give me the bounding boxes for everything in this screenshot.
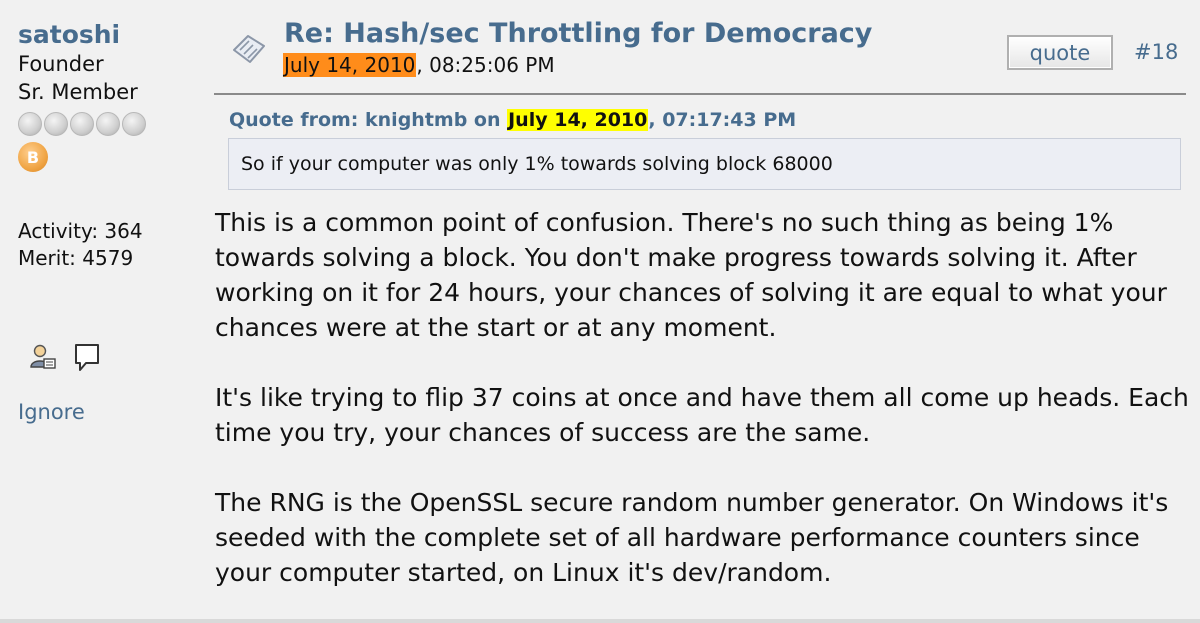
quote-header-link[interactable]: Quote from: knightmb on July 14, 2010, 0… xyxy=(229,109,796,131)
post-date: July 14, 2010, 08:25:06 PM xyxy=(283,53,555,77)
forum-post: satoshi Founder Sr. Member B Activity: 3… xyxy=(0,0,1200,623)
quote-button[interactable]: quote xyxy=(1007,35,1113,70)
rank-star-icon xyxy=(96,112,120,136)
bitcoin-coin-icon: B xyxy=(18,142,48,172)
post-number-link[interactable]: #18 xyxy=(1134,40,1178,64)
post-time: , 08:25:06 PM xyxy=(416,53,555,77)
activity-count: Activity: 364 xyxy=(18,219,143,243)
body-paragraph: It's like trying to flip 37 coins at onc… xyxy=(215,383,1189,447)
post-icon xyxy=(228,32,270,68)
body-paragraph: This is a common point of confusion. The… xyxy=(215,208,1167,342)
quote-text: So if your computer was only 1% towards … xyxy=(228,138,1181,190)
quote-date-highlight: July 14, 2010 xyxy=(507,109,649,131)
quote-time: , 07:17:43 PM xyxy=(648,109,797,131)
post-title-link[interactable]: Re: Hash/sec Throttling for Democracy xyxy=(284,18,872,49)
poster-rank: Sr. Member xyxy=(18,80,138,104)
poster-actions xyxy=(28,342,208,378)
rank-stars xyxy=(18,112,208,136)
poster-stats: Activity: 364 Merit: 4579 xyxy=(18,218,208,272)
profile-icon[interactable] xyxy=(28,342,58,378)
poster-title: Founder xyxy=(18,52,104,76)
message-icon[interactable] xyxy=(72,342,102,378)
poster-name-link[interactable]: satoshi xyxy=(18,20,208,50)
post-date-highlight: July 14, 2010 xyxy=(283,53,417,77)
rank-star-icon xyxy=(70,112,94,136)
header-divider xyxy=(214,93,1186,95)
rank-star-icon xyxy=(18,112,42,136)
ignore-link[interactable]: Ignore xyxy=(18,400,208,424)
poster-info: satoshi Founder Sr. Member B Activity: 3… xyxy=(18,20,208,424)
rank-star-icon xyxy=(44,112,68,136)
body-paragraph: The RNG is the OpenSSL secure random num… xyxy=(215,488,1169,587)
merit-count: Merit: 4579 xyxy=(18,246,134,270)
post-body: This is a common point of confusion. The… xyxy=(215,205,1190,623)
rank-star-icon xyxy=(122,112,146,136)
quote-author-prefix: Quote from: knightmb on xyxy=(229,109,508,131)
